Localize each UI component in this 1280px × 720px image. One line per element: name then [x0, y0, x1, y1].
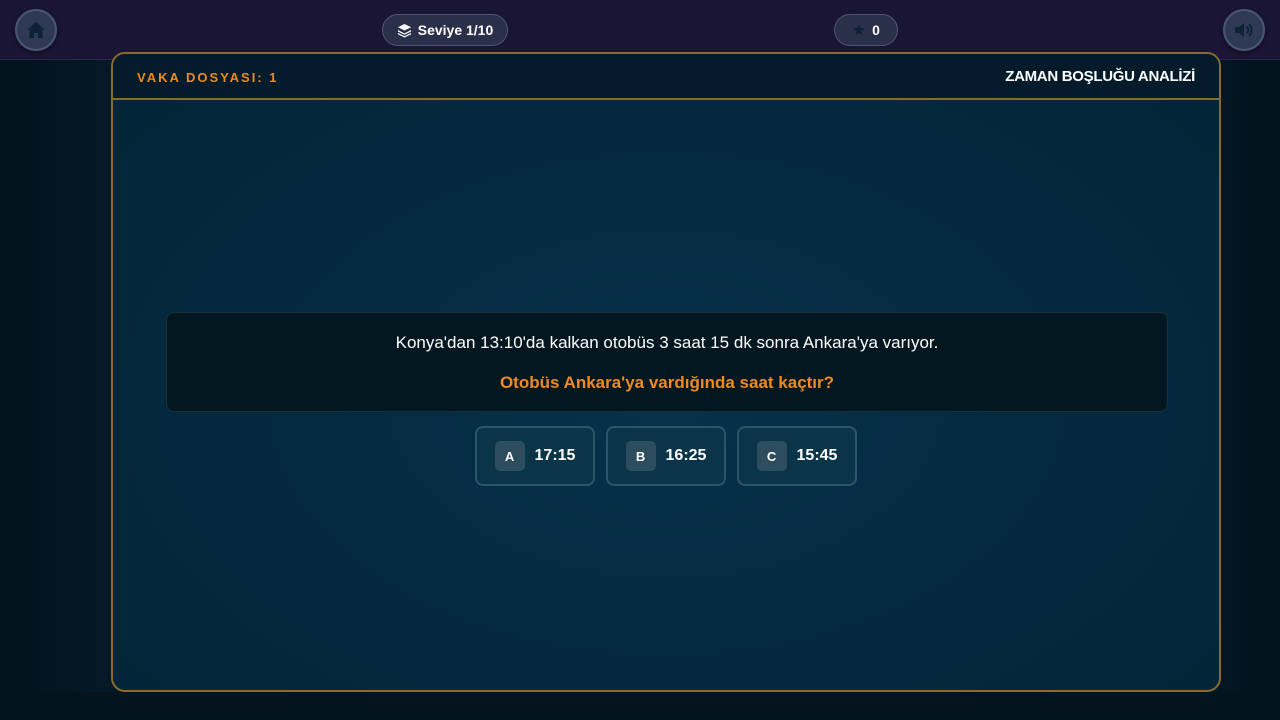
score-indicator: 0 — [834, 14, 898, 46]
question-prompt: Otobüs Ankara'ya vardığında saat kaçtır? — [499, 373, 835, 392]
question-text: Konya'dan 13:10'da kalkan otobüs 3 saat … — [395, 333, 939, 352]
answer-option-c[interactable]: C 15:45 — [737, 426, 857, 486]
home-icon — [27, 22, 45, 38]
answer-key: B — [625, 441, 656, 471]
mode-title: ZAMAN BOŞLUĞU ANALİZİ — [1005, 68, 1195, 85]
answer-key: A — [494, 441, 525, 471]
answer-value: 16:25 — [665, 447, 707, 464]
answer-value: 15:45 — [796, 447, 838, 464]
star-icon — [853, 24, 865, 36]
answer-key: C — [756, 441, 787, 471]
answer-option-b[interactable]: B 16:25 — [606, 426, 726, 486]
level-label: Seviye 1/10 — [417, 22, 494, 38]
answer-option-a[interactable]: A 17:15 — [475, 426, 595, 486]
answer-value: 17:15 — [534, 447, 576, 464]
sound-toggle-button[interactable] — [1223, 9, 1265, 51]
case-file-label: VAKA DOSYASI: 1 — [137, 70, 279, 85]
score-value: 0 — [872, 22, 880, 38]
home-button[interactable] — [15, 9, 57, 51]
volume-icon — [1235, 23, 1253, 37]
top-bar: Seviye 1/10 0 — [0, 0, 1280, 60]
panel-header: VAKA DOSYASI: 1 ZAMAN BOŞLUĞU ANALİZİ — [113, 54, 1219, 100]
case-panel: VAKA DOSYASI: 1 ZAMAN BOŞLUĞU ANALİZİ Ko… — [111, 52, 1221, 692]
layers-icon — [397, 23, 411, 38]
question-box: Konya'dan 13:10'da kalkan otobüs 3 saat … — [166, 312, 1168, 412]
level-indicator: Seviye 1/10 — [382, 14, 508, 46]
